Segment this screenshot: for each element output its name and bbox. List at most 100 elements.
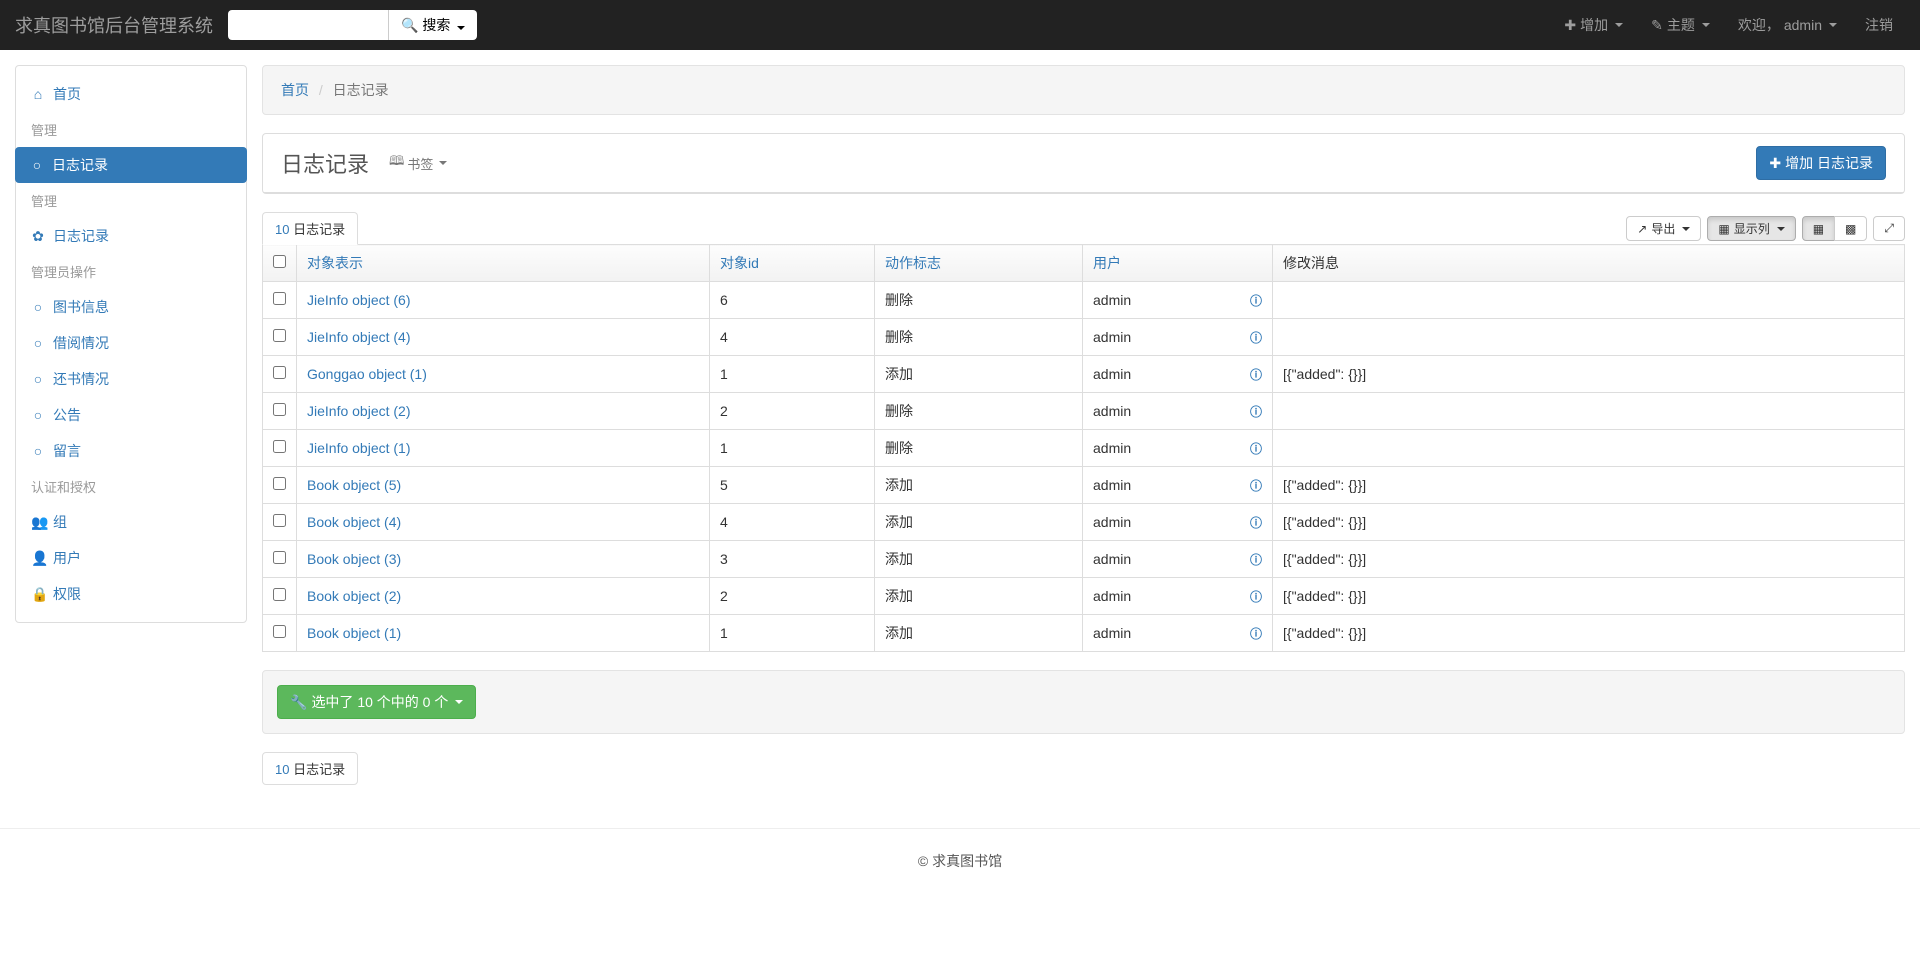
caret-icon xyxy=(439,161,447,165)
row-repr-link[interactable]: JieInfo object (4) xyxy=(307,329,411,345)
sidebar-item-books[interactable]: ○图书信息 xyxy=(16,289,246,325)
row-checkbox[interactable] xyxy=(273,403,286,416)
row-msg: [{"added": {}}] xyxy=(1273,504,1905,541)
table-row: JieInfo object (1)1删除adminⓘ xyxy=(263,430,1905,467)
table-row: JieInfo object (2)2删除adminⓘ xyxy=(263,393,1905,430)
row-checkbox[interactable] xyxy=(273,551,286,564)
row-obj-id: 2 xyxy=(710,393,875,430)
nav-logout[interactable]: 注销 xyxy=(1853,15,1905,35)
sidebar-item-users[interactable]: 👤用户 xyxy=(16,540,246,576)
row-action: 删除 xyxy=(875,282,1083,319)
row-checkbox[interactable] xyxy=(273,440,286,453)
sidebar: ⌂首页 管理 ○日志记录 管理 ✿日志记录 管理员操作 ○图书信息 ○借阅情况 … xyxy=(15,65,247,785)
show-columns-label: 显示列 xyxy=(1734,220,1770,237)
row-repr-link[interactable]: JieInfo object (1) xyxy=(307,440,411,456)
caret-icon xyxy=(455,700,463,704)
row-checkbox[interactable] xyxy=(273,477,286,490)
sidebar-item-message[interactable]: ○留言 xyxy=(16,433,246,469)
bookmark-button[interactable]: 🕮 书签 xyxy=(389,152,447,174)
row-user: adminⓘ xyxy=(1083,319,1273,356)
row-checkbox[interactable] xyxy=(273,514,286,527)
export-button[interactable]: ↗ 导出 xyxy=(1626,216,1701,241)
col-header-action[interactable]: 动作标志 xyxy=(885,255,941,271)
info-icon[interactable]: ⓘ xyxy=(1250,477,1262,494)
nav-theme[interactable]: ✎ 主题 xyxy=(1639,15,1722,35)
nav-add[interactable]: ✚ 增加 xyxy=(1552,15,1635,35)
row-msg: [{"added": {}}] xyxy=(1273,541,1905,578)
info-icon[interactable]: ⓘ xyxy=(1250,440,1262,457)
sidebar-item-home[interactable]: ⌂首页 xyxy=(16,76,246,112)
wrench-icon: 🔧 xyxy=(290,694,307,711)
row-obj-id: 1 xyxy=(710,430,875,467)
sidebar-item-label: 借阅情况 xyxy=(53,333,109,353)
row-repr-link[interactable]: JieInfo object (6) xyxy=(307,292,411,308)
sidebar-item-borrow[interactable]: ○借阅情况 xyxy=(16,325,246,361)
breadcrumb: 首页 / 日志记录 xyxy=(262,65,1905,115)
add-button[interactable]: ✚ 增加 日志记录 xyxy=(1756,146,1886,180)
select-all-checkbox[interactable] xyxy=(273,255,286,268)
info-icon[interactable]: ⓘ xyxy=(1250,625,1262,642)
row-msg xyxy=(1273,319,1905,356)
view-list-button[interactable]: ▦ xyxy=(1802,216,1835,241)
row-checkbox[interactable] xyxy=(273,625,286,638)
view-mode-group: ▦ ▩ xyxy=(1802,216,1868,241)
row-action: 添加 xyxy=(875,467,1083,504)
view-grid-button[interactable]: ▩ xyxy=(1834,216,1867,241)
show-columns-button[interactable]: ▦ 显示列 xyxy=(1707,216,1795,241)
col-header-obj-id[interactable]: 对象id xyxy=(720,255,759,271)
sidebar-header: 管理 xyxy=(16,183,246,218)
col-header-user[interactable]: 用户 xyxy=(1093,255,1121,271)
row-obj-id: 3 xyxy=(710,541,875,578)
row-repr-link[interactable]: Book object (4) xyxy=(307,514,401,530)
row-action: 删除 xyxy=(875,319,1083,356)
row-user: adminⓘ xyxy=(1083,504,1273,541)
row-repr-link[interactable]: Book object (2) xyxy=(307,588,401,604)
table-header-row: 对象表示 对象id 动作标志 用户 修改消息 xyxy=(263,245,1905,282)
page-panel: 日志记录 🕮 书签 ✚ 增加 日志记录 xyxy=(262,133,1905,194)
table-row: Book object (1)1添加adminⓘ[{"added": {}}] xyxy=(263,615,1905,652)
nav-user[interactable]: 欢迎， admin xyxy=(1726,15,1849,35)
selected-button[interactable]: 🔧 选中了 10 个中的 0 个 xyxy=(277,685,476,719)
row-obj-id: 2 xyxy=(710,578,875,615)
row-repr-link[interactable]: JieInfo object (2) xyxy=(307,403,411,419)
row-user: adminⓘ xyxy=(1083,615,1273,652)
row-checkbox[interactable] xyxy=(273,366,286,379)
sidebar-item-log-active[interactable]: ○日志记录 xyxy=(15,147,247,183)
sidebar-item-log[interactable]: ✿日志记录 xyxy=(16,218,246,254)
breadcrumb-home[interactable]: 首页 xyxy=(281,82,309,98)
sidebar-item-announce[interactable]: ○公告 xyxy=(16,397,246,433)
search-button[interactable]: 🔍 搜索 xyxy=(388,10,477,40)
bottom-count: 10 日志记录 xyxy=(262,752,1905,785)
lock-icon: 🔒 xyxy=(31,586,45,603)
row-repr-link[interactable]: Book object (5) xyxy=(307,477,401,493)
sidebar-item-label: 首页 xyxy=(53,84,81,104)
search-button-label: 搜索 xyxy=(422,17,450,33)
row-repr-link[interactable]: Book object (3) xyxy=(307,551,401,567)
fullscreen-button[interactable]: ⤢ xyxy=(1873,216,1905,241)
info-icon[interactable]: ⓘ xyxy=(1250,588,1262,605)
row-repr-link[interactable]: Gonggao object (1) xyxy=(307,366,427,382)
col-header-repr[interactable]: 对象表示 xyxy=(307,255,363,271)
count-label: 日志记录 xyxy=(293,762,345,777)
info-icon[interactable]: ⓘ xyxy=(1250,366,1262,383)
table-row: JieInfo object (4)4删除adminⓘ xyxy=(263,319,1905,356)
sidebar-item-return[interactable]: ○还书情况 xyxy=(16,361,246,397)
row-checkbox[interactable] xyxy=(273,329,286,342)
selected-label: 选中了 10 个中的 0 个 xyxy=(311,692,448,712)
sidebar-item-groups[interactable]: 👥组 xyxy=(16,504,246,540)
user-icon: 👤 xyxy=(31,550,45,567)
search-input[interactable] xyxy=(228,10,388,40)
sidebar-item-perms[interactable]: 🔒权限 xyxy=(16,576,246,612)
brand[interactable]: 求真图书馆后台管理系统 xyxy=(15,12,213,38)
info-icon[interactable]: ⓘ xyxy=(1250,329,1262,346)
row-checkbox[interactable] xyxy=(273,588,286,601)
row-checkbox[interactable] xyxy=(273,292,286,305)
info-icon[interactable]: ⓘ xyxy=(1250,514,1262,531)
info-icon[interactable]: ⓘ xyxy=(1250,551,1262,568)
info-icon[interactable]: ⓘ xyxy=(1250,403,1262,420)
row-repr-link[interactable]: Book object (1) xyxy=(307,625,401,641)
breadcrumb-current: 日志记录 xyxy=(333,82,389,98)
bookmark-icon: 🕮 xyxy=(389,152,404,174)
info-icon[interactable]: ⓘ xyxy=(1250,292,1262,309)
plus-icon: ✚ xyxy=(1564,17,1576,34)
